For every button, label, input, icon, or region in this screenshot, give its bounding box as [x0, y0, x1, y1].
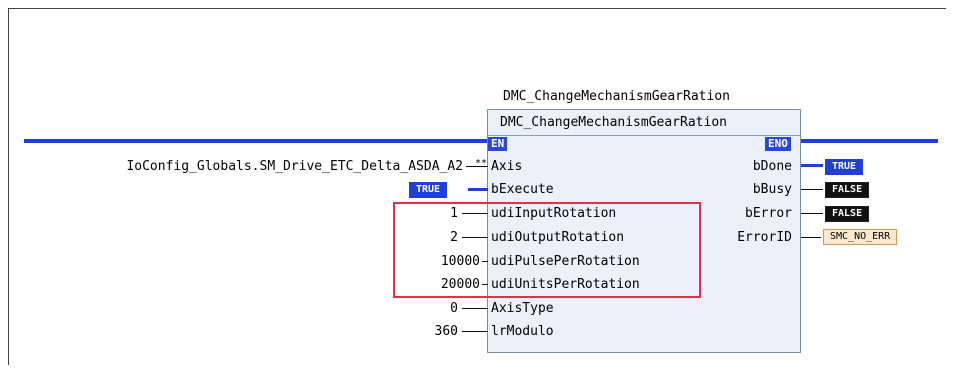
output-lead-errorid — [801, 237, 821, 238]
output-value-bbusy[interactable]: FALSE — [825, 182, 870, 198]
pin-udioutputrotation: udiOutputRotation — [491, 230, 625, 245]
pin-berror: bError — [745, 206, 792, 221]
pin-udiunitsperrotation: udiUnitsPerRotation — [491, 277, 640, 292]
pin-bbusy: bBusy — [752, 182, 792, 197]
input-value-udipulseperrotation[interactable]: 10000 — [441, 254, 480, 269]
input-value-udiunitsperrotation[interactable]: 20000 — [441, 277, 480, 292]
instance-title[interactable]: DMC_ChangeMechanismGearRation — [503, 89, 730, 104]
input-lead-udipulseperrotation — [482, 261, 488, 262]
output-lead-bdone — [801, 164, 823, 167]
input-lead-udiinputrotation — [462, 213, 488, 214]
input-value-lrmodulo[interactable]: 360 — [435, 324, 458, 339]
pin-errorid: ErrorID — [737, 230, 792, 245]
pin-bdone: bDone — [752, 159, 792, 174]
input-lead-udiunitsperrotation — [482, 284, 488, 285]
input-value-axis[interactable]: IoConfig_Globals.SM_Drive_ETC_Delta_ASDA… — [126, 159, 463, 174]
input-lead-bexecute — [468, 188, 488, 191]
pin-udipulseperrotation: udiPulsePerRotation — [491, 254, 640, 269]
output-value-bdone[interactable]: TRUE — [825, 159, 864, 175]
header-divider — [488, 135, 800, 136]
reference-connector: ** — [475, 158, 488, 169]
eno-pin[interactable]: ENO — [765, 137, 791, 151]
input-value-udioutputrotation[interactable]: 2 — [450, 230, 458, 245]
input-lead-axistype — [462, 308, 488, 309]
pin-axis: Axis — [491, 159, 523, 174]
output-value-berror[interactable]: FALSE — [825, 206, 870, 222]
output-lead-bbusy — [801, 189, 823, 190]
en-pin[interactable]: EN — [488, 137, 508, 151]
pin-axistype: AxisType — [491, 301, 554, 316]
input-value-udiinputrotation[interactable]: 1 — [450, 206, 458, 221]
input-lead-udioutputrotation — [462, 237, 488, 238]
output-lead-berror — [801, 213, 823, 214]
pin-lrmodulo: lrModulo — [491, 324, 554, 339]
pin-bexecute: bExecute — [491, 182, 554, 197]
input-value-bexecute[interactable]: TRUE — [409, 182, 448, 198]
function-block-type-name: DMC_ChangeMechanismGearRation — [500, 115, 727, 130]
editor-canvas — [8, 8, 946, 365]
output-value-errorid[interactable]: SMC_NO_ERR — [823, 229, 898, 245]
pin-udiinputrotation: udiInputRotation — [491, 206, 617, 221]
input-lead-lrmodulo — [462, 331, 488, 332]
input-value-axistype[interactable]: 0 — [450, 301, 458, 316]
